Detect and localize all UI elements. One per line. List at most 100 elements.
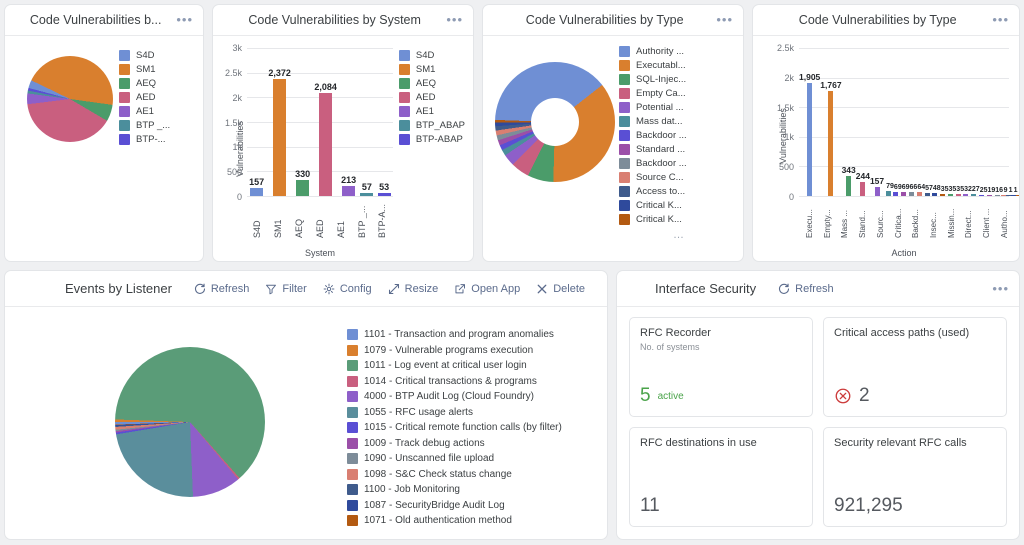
legend-item[interactable]: AEQ: [398, 78, 465, 89]
bar[interactable]: [908, 192, 914, 196]
legend-item[interactable]: SM1: [398, 64, 465, 75]
bar[interactable]: [916, 192, 922, 196]
bar-column[interactable]: 2,084: [314, 48, 337, 196]
legend-item[interactable]: AEQ: [119, 78, 170, 89]
bar[interactable]: [250, 188, 264, 196]
filter-button[interactable]: Filter: [265, 283, 307, 295]
legend-item[interactable]: 1071 - Old authentication method: [347, 515, 562, 526]
legend-item[interactable]: SM1: [119, 64, 170, 75]
legend-item[interactable]: BTP _...: [119, 120, 170, 131]
card-menu-icon[interactable]: •••: [992, 282, 1009, 295]
bar-column[interactable]: 244: [856, 48, 870, 196]
bar-column[interactable]: 25: [978, 48, 987, 196]
bar-column[interactable]: 32: [962, 48, 972, 196]
bar[interactable]: [994, 194, 1000, 196]
legend-item[interactable]: 1100 - Job Monitoring: [347, 484, 562, 495]
bar-column[interactable]: 53: [377, 48, 391, 196]
bar[interactable]: [986, 194, 992, 196]
delete-button[interactable]: Delete: [536, 283, 585, 295]
legend-item[interactable]: 1087 - SecurityBridge Audit Log: [347, 499, 562, 511]
bar-column[interactable]: 1,905: [799, 48, 820, 196]
bar[interactable]: [377, 193, 391, 196]
config-button[interactable]: Config: [323, 283, 372, 295]
bar[interactable]: [874, 186, 880, 196]
legend-item[interactable]: AE1: [119, 106, 170, 117]
legend-more-icon[interactable]: …: [619, 229, 739, 241]
legend-item[interactable]: 1055 - RFC usage alerts: [347, 406, 562, 418]
bar-column[interactable]: 330: [295, 48, 310, 196]
legend-item[interactable]: 4000 - BTP Audit Log (Cloud Foundry): [347, 391, 562, 402]
bar-column[interactable]: 27: [970, 48, 980, 196]
bar-column[interactable]: 69: [900, 48, 910, 196]
legend-item[interactable]: Source C...: [619, 172, 739, 183]
card-menu-icon[interactable]: •••: [992, 13, 1009, 26]
legend-item[interactable]: BTP-...: [119, 134, 170, 145]
legend-item[interactable]: 1079 - Vulnerable programs execution: [347, 344, 562, 356]
bar[interactable]: [971, 194, 977, 196]
bar-column[interactable]: 2,372: [268, 48, 291, 196]
refresh-button[interactable]: Refresh: [778, 283, 834, 295]
bar[interactable]: [885, 191, 891, 196]
bar-column[interactable]: 343: [842, 48, 856, 196]
card-events-by-listener[interactable]: Events by Listener Refresh Filter Config Re…: [4, 270, 608, 540]
bar[interactable]: [940, 193, 946, 196]
kpi-tile[interactable]: Critical access paths (used) 2: [823, 317, 1007, 417]
resize-button[interactable]: Resize: [388, 283, 438, 295]
legend-item[interactable]: Critical K...: [619, 214, 739, 225]
legend-item[interactable]: S4D: [119, 50, 170, 61]
bar[interactable]: [273, 78, 287, 196]
legend-item[interactable]: 1098 - S&C Check status change: [347, 468, 562, 480]
legend-item[interactable]: SQL-Injec...: [619, 74, 739, 85]
bar[interactable]: [901, 191, 907, 196]
bar-column[interactable]: 57: [360, 48, 374, 196]
legend-item[interactable]: Mass dat...: [619, 116, 739, 127]
legend-item[interactable]: Standard ...: [619, 144, 739, 155]
kpi-tile[interactable]: RFC destinations in use 11: [629, 427, 813, 527]
bar[interactable]: [893, 191, 899, 196]
legend-item[interactable]: Empty Ca...: [619, 88, 739, 99]
bar-column[interactable]: 64: [915, 48, 925, 196]
legend-item[interactable]: 1101 - Transaction and program anomalies: [347, 329, 562, 340]
bar[interactable]: [846, 175, 852, 196]
bar[interactable]: [947, 193, 953, 196]
bar[interactable]: [296, 179, 310, 196]
legend-item[interactable]: BTP_ABAP: [398, 120, 465, 131]
legend-item[interactable]: 1011 - Log event at critical user login: [347, 360, 562, 371]
card-code-vulnerabilities-by-type-donut[interactable]: Code Vulnerabilities by Type ••• Authori…: [482, 4, 744, 262]
bar[interactable]: [924, 192, 930, 196]
bar-column[interactable]: 35: [954, 48, 964, 196]
bar-column[interactable]: 213: [341, 48, 356, 196]
bar-column[interactable]: 1,767: [820, 48, 842, 196]
card-menu-icon[interactable]: •••: [716, 13, 733, 26]
bar-column[interactable]: 35: [939, 48, 949, 196]
legend-item[interactable]: AE1: [398, 106, 465, 117]
card-menu-icon[interactable]: •••: [446, 13, 463, 26]
bar[interactable]: [807, 83, 813, 196]
bar[interactable]: [932, 193, 938, 196]
legend-item[interactable]: 1014 - Critical transactions & programs: [347, 375, 562, 387]
legend-item[interactable]: AED: [398, 92, 465, 103]
kpi-tile[interactable]: Security relevant RFC calls 921,295: [823, 427, 1007, 527]
legend-item[interactable]: Potential ...: [619, 102, 739, 113]
legend-item[interactable]: Backdoor ...: [619, 130, 739, 141]
refresh-button[interactable]: Refresh: [194, 283, 249, 295]
legend-item[interactable]: S4D: [398, 50, 465, 61]
bar-column[interactable]: 19: [985, 48, 995, 196]
bar-column[interactable]: 157: [249, 48, 264, 196]
bar-column[interactable]: 1: [1016, 48, 1019, 196]
bar-column[interactable]: 69: [892, 48, 902, 196]
bar[interactable]: [828, 91, 834, 196]
bar-column[interactable]: 79: [884, 48, 894, 196]
bar[interactable]: [360, 193, 374, 196]
bar[interactable]: [963, 194, 969, 196]
card-code-vulnerabilities-by-system-bar[interactable]: Code Vulnerabilities by System ••• Vulne…: [212, 4, 474, 262]
bar[interactable]: [955, 193, 961, 196]
bar[interactable]: [319, 93, 333, 196]
bar-column[interactable]: 66: [908, 48, 917, 196]
card-menu-icon[interactable]: •••: [176, 13, 193, 26]
legend-item[interactable]: BTP-ABAP: [398, 134, 465, 145]
bar-column[interactable]: 16: [993, 48, 1003, 196]
legend-item[interactable]: 1090 - Unscanned file upload: [347, 453, 562, 464]
bar[interactable]: [1016, 194, 1019, 196]
card-interface-security[interactable]: Interface Security Refresh ••• RFC Recor…: [616, 270, 1020, 540]
